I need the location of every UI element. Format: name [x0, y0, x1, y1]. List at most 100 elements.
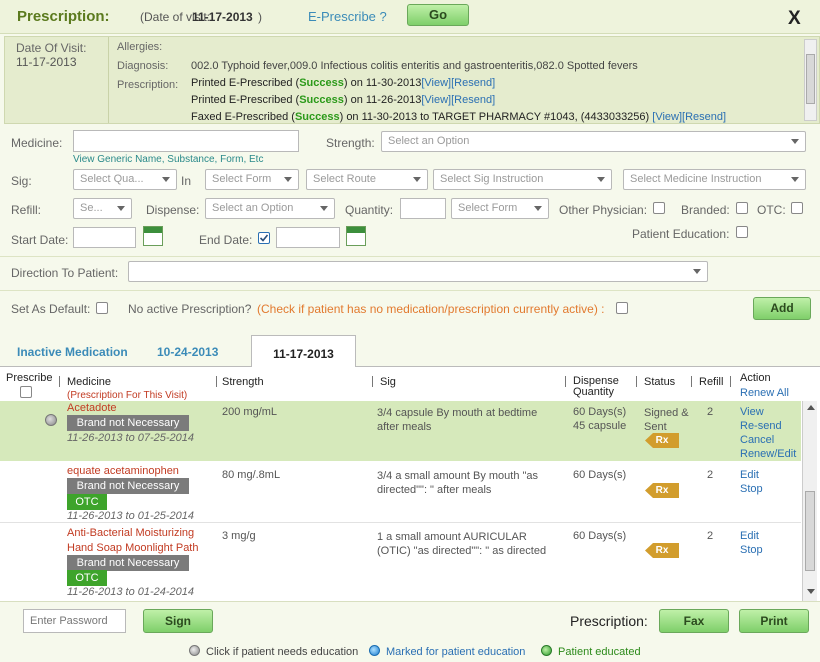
chevron-down-icon	[413, 177, 421, 182]
col-divider	[730, 376, 731, 387]
prescribe-all-checkbox[interactable]	[20, 386, 32, 398]
table-scrollbar[interactable]	[802, 401, 817, 601]
patient-education-label: Patient Education:	[632, 227, 730, 241]
history-line: Faxed E-Prescribed (Success) on 11-30-20…	[191, 111, 726, 123]
direction-select[interactable]	[128, 261, 708, 282]
end-date-input[interactable]	[276, 227, 340, 248]
table-row: Acetadote Brand not Necessary 11-26-2013…	[0, 401, 801, 461]
resend-link[interactable]: [Resend]	[451, 94, 495, 106]
col-status: Status	[644, 376, 676, 388]
legend-blue-icon	[369, 645, 380, 656]
refill-value: 2	[707, 469, 714, 481]
education-radio[interactable]	[45, 414, 57, 426]
quantity-input[interactable]	[400, 198, 446, 219]
tab-strip: Inactive Medication 10-24-2013 11-17-201…	[0, 333, 820, 367]
medicine-input[interactable]	[73, 130, 299, 152]
refill-value: 2	[707, 406, 714, 418]
success-status: Success	[294, 111, 340, 123]
scroll-thumb[interactable]	[806, 54, 815, 104]
tab-inactive-medication[interactable]: Inactive Medication	[17, 345, 128, 359]
medicine-name: Anti-Bacterial Moisturizing Hand Soap Mo…	[67, 527, 199, 554]
set-default-checkbox[interactable]	[96, 302, 108, 314]
history-text: Printed E-Prescribed (	[191, 77, 300, 89]
end-date-checkbox[interactable]	[258, 232, 270, 244]
stop-link[interactable]: Stop	[740, 544, 763, 556]
dispense-placeholder: Select an Option	[212, 202, 294, 214]
prescription-label: Prescription:	[117, 79, 179, 91]
scroll-up-icon[interactable]	[807, 405, 815, 410]
route-select[interactable]: Select Route	[306, 169, 428, 190]
resend-link[interactable]: [Resend]	[682, 111, 726, 123]
table-header: Prescribe Medicine (Prescription For Thi…	[0, 367, 820, 401]
dispense-value: 60 Days(s)	[573, 469, 627, 481]
view-link[interactable]: [View]	[652, 111, 682, 123]
view-link[interactable]: [View]	[421, 94, 451, 106]
cancel-link[interactable]: Cancel	[740, 434, 774, 446]
renew-edit-link[interactable]: Renew/Edit	[740, 448, 796, 460]
otc-label: OTC:	[757, 203, 786, 217]
edit-link[interactable]: Edit	[740, 469, 759, 481]
edit-link[interactable]: Edit	[740, 530, 759, 542]
col-medicine-sub: (Prescription For This Visit)	[67, 390, 188, 401]
sig-instruction-select[interactable]: Select Sig Instruction	[433, 169, 612, 190]
strength-select[interactable]: Select an Option	[381, 131, 806, 152]
sign-button[interactable]: Sign	[143, 609, 213, 633]
strength-placeholder: Select an Option	[388, 135, 470, 147]
patient-education-checkbox[interactable]	[736, 226, 748, 238]
legend-patient-educated: Patient educated	[558, 646, 641, 658]
no-active-label: No active Prescription?	[128, 302, 252, 316]
view-link[interactable]: View	[740, 406, 764, 418]
branded-label: Branded:	[681, 203, 730, 217]
col-divider	[691, 376, 692, 387]
medicine-form: Medicine: View Generic Name, Substance, …	[0, 125, 820, 325]
tab-10-24-2013[interactable]: 10-24-2013	[157, 345, 218, 359]
print-button[interactable]: Print	[739, 609, 809, 633]
quantity-select[interactable]: Select Qua...	[73, 169, 177, 190]
form2-select[interactable]: Select Form	[451, 198, 549, 219]
go-button[interactable]: Go	[407, 4, 469, 26]
col-sig: Sig	[380, 376, 396, 388]
calendar-icon[interactable]	[346, 226, 366, 246]
no-active-checkbox[interactable]	[616, 302, 628, 314]
dispense-select[interactable]: Select an Option	[205, 198, 335, 219]
password-input[interactable]: Enter Password	[23, 609, 126, 633]
tab-label: 11-17-2013	[273, 347, 334, 361]
refill-value: 2	[707, 530, 714, 542]
generic-link[interactable]: View Generic Name, Substance, Form, Etc	[73, 154, 263, 165]
form-divider	[0, 290, 820, 291]
eprescribe-label[interactable]: E-Prescribe ?	[308, 9, 387, 24]
legend-needs-education: Click if patient needs education	[206, 646, 359, 658]
col-divider	[565, 376, 566, 387]
start-date-input[interactable]	[73, 227, 136, 248]
resend-link[interactable]: [Resend]	[451, 77, 495, 89]
branded-checkbox[interactable]	[736, 202, 748, 214]
chevron-down-icon	[597, 177, 605, 182]
medicine-instruction-select[interactable]: Select Medicine Instruction	[623, 169, 806, 190]
fax-button[interactable]: Fax	[659, 609, 729, 633]
chevron-down-icon	[693, 269, 701, 274]
calendar-icon[interactable]	[143, 226, 163, 246]
other-physician-checkbox[interactable]	[653, 202, 665, 214]
visit-scrollbar[interactable]	[804, 39, 817, 121]
rx-badge: Rx	[645, 543, 679, 558]
stop-link[interactable]: Stop	[740, 483, 763, 495]
table-row: equate acetaminophen Brand not Necessary…	[0, 461, 801, 523]
history-date: ) on 11-30-2013 to TARGET PHARMACY #1043…	[339, 111, 650, 123]
no-active-hint: (Check if patient has no medication/pres…	[257, 302, 605, 316]
resend-link[interactable]: Re-send	[740, 420, 782, 432]
sig-placeholder: Select Sig Instruction	[440, 173, 544, 185]
rx-badge: Rx	[645, 433, 679, 448]
form-select[interactable]: Select Form	[205, 169, 299, 190]
close-icon[interactable]: X	[788, 8, 801, 30]
refill-select[interactable]: Se...	[73, 198, 132, 219]
scroll-thumb[interactable]	[805, 491, 815, 571]
chevron-down-icon	[534, 206, 542, 211]
scroll-down-icon[interactable]	[807, 589, 815, 594]
direction-label: Direction To Patient:	[11, 266, 119, 280]
renew-all-link[interactable]: Renew All	[740, 387, 789, 399]
tab-11-17-2013[interactable]: 11-17-2013	[251, 335, 356, 367]
add-button[interactable]: Add	[753, 297, 811, 320]
view-link[interactable]: [View]	[421, 77, 451, 89]
otc-checkbox[interactable]	[791, 202, 803, 214]
other-physician-label: Other Physician:	[559, 203, 648, 217]
